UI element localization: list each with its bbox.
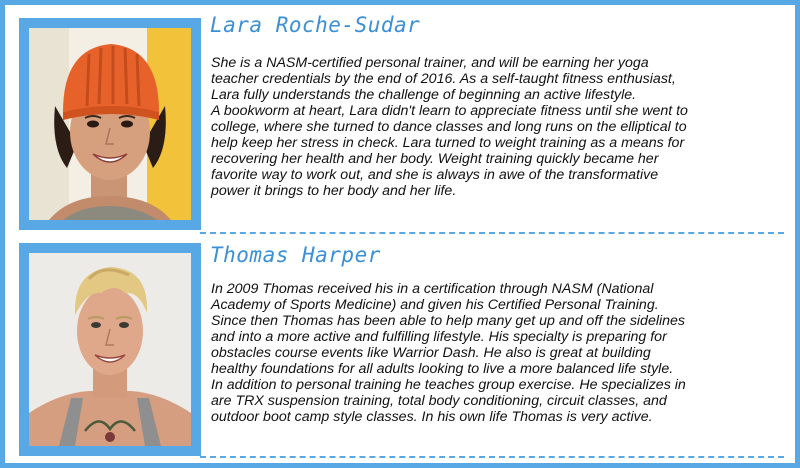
bio-line: obstacles course events like Warrior Das… <box>211 345 651 361</box>
bio-line: help keep her stress in check. Lara turn… <box>211 135 685 151</box>
profiles-panel: Lara Roche-Sudar She is a NASM-certified… <box>0 0 800 468</box>
trainer-name-lara: Lara Roche-Sudar <box>210 13 421 37</box>
bio-line: Academy of Sports Medicine) and given hi… <box>211 297 659 313</box>
profile-card-thomas: Thomas Harper In 2009 Thomas received hi… <box>5 239 795 461</box>
bio-line: A bookworm at heart, Lara didn't learn t… <box>211 103 688 119</box>
man-portrait-image <box>29 253 191 446</box>
bio-line: teacher credentials by the end of 2016. … <box>211 71 676 87</box>
profile-photo-lara <box>19 18 201 230</box>
trainer-bio-thomas: In 2009 Thomas received his in a certifi… <box>211 281 789 425</box>
section-divider <box>200 232 784 234</box>
bio-line: are TRX suspension training, total body … <box>211 393 667 409</box>
bio-line: In addition to personal training he teac… <box>211 377 686 393</box>
profile-photo-thomas <box>19 243 201 456</box>
bio-line: In 2009 Thomas received his in a certifi… <box>211 281 654 297</box>
bio-line: She is a NASM-certified personal trainer… <box>211 55 649 71</box>
bio-line: college, where she turned to dance class… <box>211 119 687 135</box>
bio-line: recovering her health and her body. Weig… <box>211 151 659 167</box>
bio-line: power it brings to her body and her life… <box>211 183 457 199</box>
profile-card-lara: Lara Roche-Sudar She is a NASM-certified… <box>5 5 795 230</box>
bio-line: Since then Thomas has been able to help … <box>211 313 686 329</box>
bio-line: and into a more active and fulfilling li… <box>211 329 667 345</box>
section-divider <box>200 456 784 458</box>
bio-line: healthy foundations for all adults looki… <box>211 361 674 377</box>
bio-line: outdoor boot camp style classes. In his … <box>211 409 653 425</box>
bio-line: favorite way to work out, and she is alw… <box>211 167 659 183</box>
trainer-name-thomas: Thomas Harper <box>210 243 381 267</box>
bio-line: Lara fully understands the challenge of … <box>211 87 637 103</box>
trainer-bio-lara: She is a NASM-certified personal trainer… <box>211 55 789 199</box>
woman-portrait-image <box>29 28 191 220</box>
